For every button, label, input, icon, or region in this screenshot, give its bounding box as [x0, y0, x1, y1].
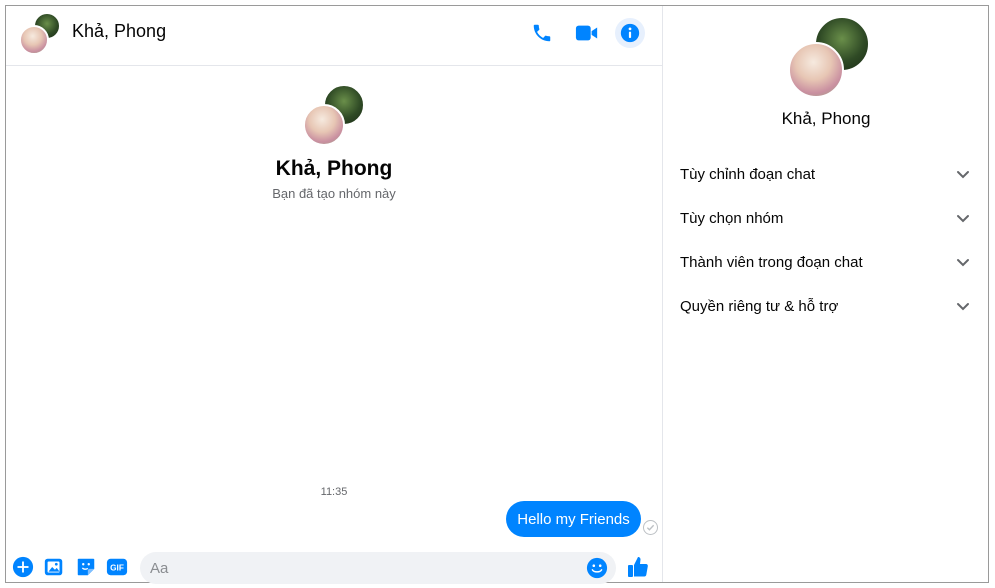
group-avatar[interactable] [19, 12, 61, 55]
sidebar-menu: Tùy chỉnh đoạn chat Tùy chọn nhóm Thành … [673, 152, 979, 328]
sent-check-icon [643, 520, 658, 535]
attach-photo-button[interactable] [43, 556, 65, 578]
thumbs-up-icon [628, 557, 648, 577]
sidebar-item-label: Quyền riêng tư & hỗ trợ [680, 297, 839, 315]
messenger-window: Khả, Phong Khả, Phong Bạn đã tạo nhóm nà… [5, 5, 989, 584]
plus-circle-icon [12, 556, 34, 578]
sidebar-item-group-options[interactable]: Tùy chọn nhóm [673, 196, 979, 240]
chevron-down-icon [957, 259, 969, 267]
gif-icon: GIF [106, 558, 128, 576]
more-actions-button[interactable] [12, 556, 34, 578]
chat-title[interactable]: Khả, Phong [72, 21, 166, 42]
message-bubble[interactable]: Hello my Friends [506, 501, 641, 537]
sidebar-item-label: Tùy chọn nhóm [680, 209, 784, 227]
info-button[interactable] [615, 18, 645, 48]
avatar [19, 25, 49, 55]
chevron-down-icon [957, 303, 969, 311]
composer: GIF [6, 548, 662, 584]
group-avatar-large [788, 16, 870, 98]
like-button[interactable] [626, 555, 650, 579]
conversation-info-sidebar: Khả, Phong Tùy chỉnh đoạn chat Tùy chọn … [662, 6, 988, 582]
sidebar-item-members[interactable]: Thành viên trong đoạn chat [673, 240, 979, 284]
sidebar-conversation-name: Khả, Phong [781, 109, 871, 128]
call-button[interactable] [527, 18, 557, 48]
chat-header: Khả, Phong [6, 6, 662, 66]
phone-icon [533, 24, 551, 42]
conversation-name: Khả, Phong [275, 157, 393, 180]
gif-button[interactable]: GIF [106, 556, 128, 578]
sidebar-item-label: Thành viên trong đoạn chat [680, 253, 863, 271]
message-input-box[interactable] [140, 552, 616, 584]
avatar [303, 104, 345, 146]
photo-icon [44, 558, 63, 576]
conversation-subtitle: Bạn đã tạo nhóm này [272, 186, 396, 201]
sidebar-item-label: Tùy chỉnh đoạn chat [680, 165, 816, 183]
sidebar-item-privacy-support[interactable]: Quyền riêng tư & hỗ trợ [673, 284, 979, 328]
sticker-icon [77, 558, 95, 576]
svg-text:GIF: GIF [110, 564, 124, 573]
chat-panel: Khả, Phong Khả, Phong Bạn đã tạo nhóm nà… [6, 6, 662, 584]
message-timestamp: 11:35 [320, 486, 348, 498]
video-camera-icon [575, 25, 598, 41]
chevron-down-icon [957, 171, 969, 179]
message-input[interactable] [150, 552, 580, 584]
avatar [788, 42, 844, 98]
chevron-down-icon [957, 215, 969, 223]
emoji-icon[interactable] [586, 557, 608, 579]
info-icon [620, 23, 640, 43]
video-call-button[interactable] [572, 18, 602, 48]
sticker-button[interactable] [75, 556, 97, 578]
group-avatar-large [303, 84, 365, 146]
sidebar-item-customize-chat[interactable]: Tùy chỉnh đoạn chat [673, 152, 979, 196]
